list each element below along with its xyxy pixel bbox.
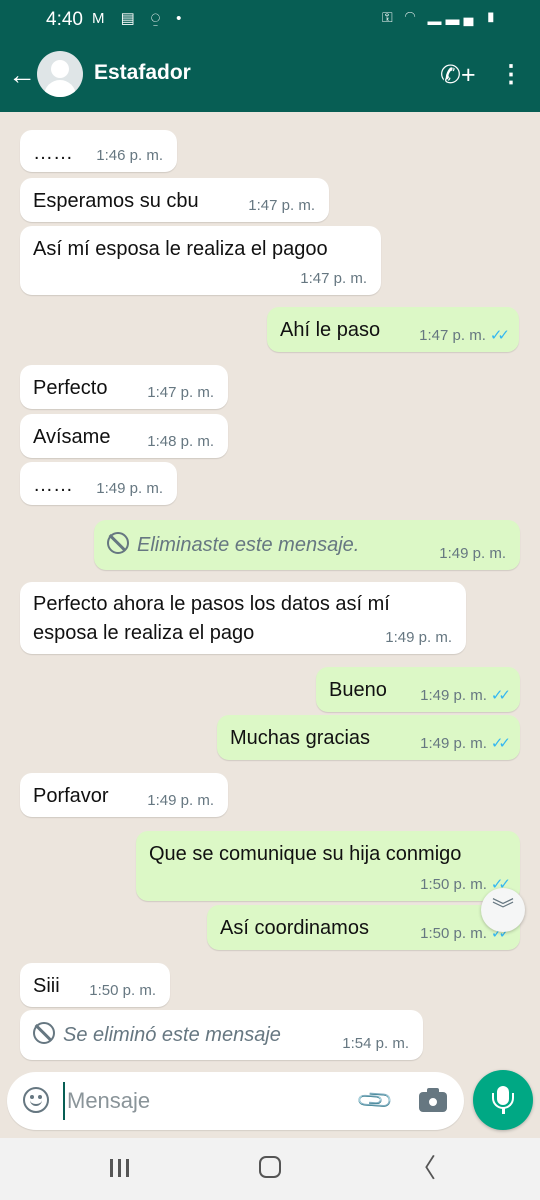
time-label: 1:47 p. m. (419, 327, 486, 344)
notification-icons: M ▤ ⍜ • (92, 10, 188, 27)
message-time: 1:47 p. m. (147, 384, 214, 401)
message-text: Perfecto ahora le pasos los datos así mí… (33, 590, 390, 648)
message-line: esposa le realiza el pago (33, 622, 255, 644)
message-text: Siii (33, 975, 60, 997)
message-text: …… (33, 142, 73, 164)
message-incoming[interactable]: Esperamos su cbu 1:47 p. m. (20, 178, 329, 222)
scroll-to-bottom-icon[interactable]: ︾ (481, 888, 525, 932)
message-time: 1:49 p. m. (147, 792, 214, 809)
message-time: 1:49 p. m. ✓✓ (420, 734, 511, 752)
contact-avatar[interactable] (37, 51, 83, 97)
deleted-icon (33, 1022, 55, 1044)
microphone-icon[interactable] (473, 1070, 533, 1130)
contact-name[interactable]: Estafador (94, 61, 191, 85)
message-text: Eliminaste este mensaje. (107, 532, 359, 557)
emoji-mouth (30, 1099, 42, 1106)
deleted-label: Eliminaste este mensaje. (137, 534, 360, 556)
message-text: Muchas gracias (230, 727, 371, 749)
message-time: 1:49 p. m. ✓✓ (420, 686, 511, 704)
message-line: Perfecto ahora le pasos los datos así mí (33, 593, 390, 615)
message-outgoing[interactable]: Que se comunique su hija conmigo 1:50 p.… (136, 831, 520, 901)
message-incoming[interactable]: Siii 1:50 p. m. (20, 963, 170, 1007)
status-time: 4:40 (46, 9, 83, 30)
message-outgoing[interactable]: Bueno 1:49 p. m. ✓✓ (316, 667, 520, 712)
time-label: 1:49 p. m. (420, 735, 487, 752)
status-bar: 4:40 M ▤ ⍜ • ⚿ ◠ ▂▃▄ ▮ (0, 0, 540, 38)
message-text: Perfecto (33, 377, 108, 399)
recents-icon[interactable] (108, 1156, 132, 1180)
message-incoming[interactable]: Perfecto 1:47 p. m. (20, 365, 228, 409)
time-label: 1:50 p. m. (420, 876, 487, 893)
message-time: 1:49 p. m. (385, 629, 452, 646)
message-time: 1:48 p. m. (147, 433, 214, 450)
message-text: Que se comunique su hija conmigo (149, 843, 462, 865)
home-icon[interactable] (259, 1156, 281, 1178)
message-time: 1:46 p. m. (96, 147, 163, 164)
message-text: …… (33, 474, 73, 496)
message-time: 1:49 p. m. (96, 480, 163, 497)
message-incoming[interactable]: …… 1:46 p. m. (20, 130, 177, 172)
message-outgoing[interactable]: Así coordinamos 1:50 p. m. ✓✓ (207, 905, 520, 950)
message-incoming[interactable]: Avísame 1:48 p. m. (20, 414, 228, 458)
avatar-body-shape (44, 80, 76, 97)
recents-bar (126, 1159, 129, 1177)
message-text: Ahí le paso (280, 319, 381, 341)
message-input[interactable] (63, 1082, 343, 1120)
recents-bar (110, 1159, 113, 1177)
deleted-label: Se eliminó este mensaje (63, 1024, 281, 1046)
recents-bar (118, 1159, 121, 1177)
message-time: 1:47 p. m. (248, 197, 315, 214)
system-status-icons: ⚿ ◠ ▂▃▄ ▮ (382, 9, 500, 25)
deleted-icon (107, 532, 129, 554)
message-time: 1:49 p. m. (439, 545, 506, 562)
read-receipt-icon: ✓✓ (489, 327, 510, 344)
message-text: Esperamos su cbu (33, 190, 199, 212)
time-label: 1:49 p. m. (420, 687, 487, 704)
back-arrow-icon[interactable]: ← (8, 58, 36, 92)
message-incoming[interactable]: …… 1:49 p. m. (20, 462, 177, 505)
message-time: 1:47 p. m. (300, 270, 367, 287)
mic-arc (492, 1093, 514, 1109)
message-outgoing-deleted[interactable]: Eliminaste este mensaje. 1:49 p. m. (94, 520, 520, 570)
message-text: Porfavor (33, 785, 109, 807)
add-call-icon[interactable]: ✆+ (440, 58, 476, 92)
system-navigation-bar: 〈 (0, 1138, 540, 1200)
read-receipt-icon: ✓✓ (490, 735, 511, 752)
emoji-icon[interactable] (23, 1087, 49, 1113)
message-text: Avísame (33, 426, 111, 448)
nav-back-icon[interactable]: 〈 (410, 1154, 436, 1182)
message-list[interactable]: …… 1:46 p. m. Esperamos su cbu 1:47 p. m… (0, 112, 540, 1072)
mic-stand (501, 1108, 505, 1114)
message-text: Se eliminó este mensaje (33, 1022, 281, 1047)
message-incoming[interactable]: Así mí esposa le realiza el pagoo 1:47 p… (20, 226, 381, 295)
chat-header: ← Estafador ✆+ ⋮ (0, 38, 540, 112)
message-text: Así coordinamos (220, 917, 369, 939)
message-outgoing[interactable]: Ahí le paso 1:47 p. m. ✓✓ (267, 307, 519, 352)
message-text: Bueno (329, 679, 387, 701)
message-time: 1:47 p. m. ✓✓ (419, 326, 510, 344)
message-time: 1:50 p. m. (89, 982, 156, 999)
time-label: 1:50 p. m. (420, 925, 487, 942)
more-options-icon[interactable]: ⋮ (498, 58, 524, 92)
compose-bar: 📎 (7, 1072, 464, 1130)
message-incoming[interactable]: Perfecto ahora le pasos los datos así mí… (20, 582, 466, 654)
read-receipt-icon: ✓✓ (490, 687, 511, 704)
message-time: 1:54 p. m. (342, 1035, 409, 1052)
camera-lens (427, 1096, 439, 1108)
avatar-head-shape (51, 60, 69, 78)
message-incoming[interactable]: Porfavor 1:49 p. m. (20, 773, 228, 817)
attach-icon[interactable]: 📎 (355, 1080, 397, 1122)
message-incoming-deleted[interactable]: Se eliminó este mensaje 1:54 p. m. (20, 1010, 423, 1060)
message-outgoing[interactable]: Muchas gracias 1:49 p. m. ✓✓ (217, 715, 520, 760)
camera-icon[interactable] (419, 1088, 447, 1112)
message-text: Así mí esposa le realiza el pagoo (33, 238, 328, 260)
